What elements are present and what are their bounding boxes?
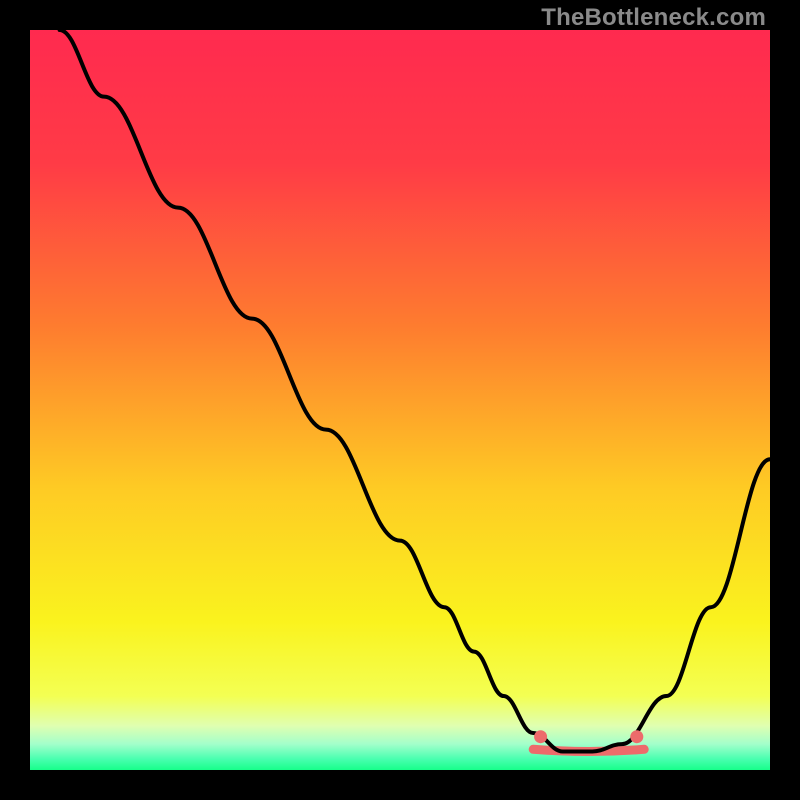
bottleneck-chart [30, 30, 770, 770]
marker-dot [534, 730, 547, 743]
watermark-text: TheBottleneck.com [541, 4, 766, 32]
gradient-background [30, 30, 770, 770]
chart-frame [30, 30, 770, 770]
marker-dot [630, 730, 643, 743]
